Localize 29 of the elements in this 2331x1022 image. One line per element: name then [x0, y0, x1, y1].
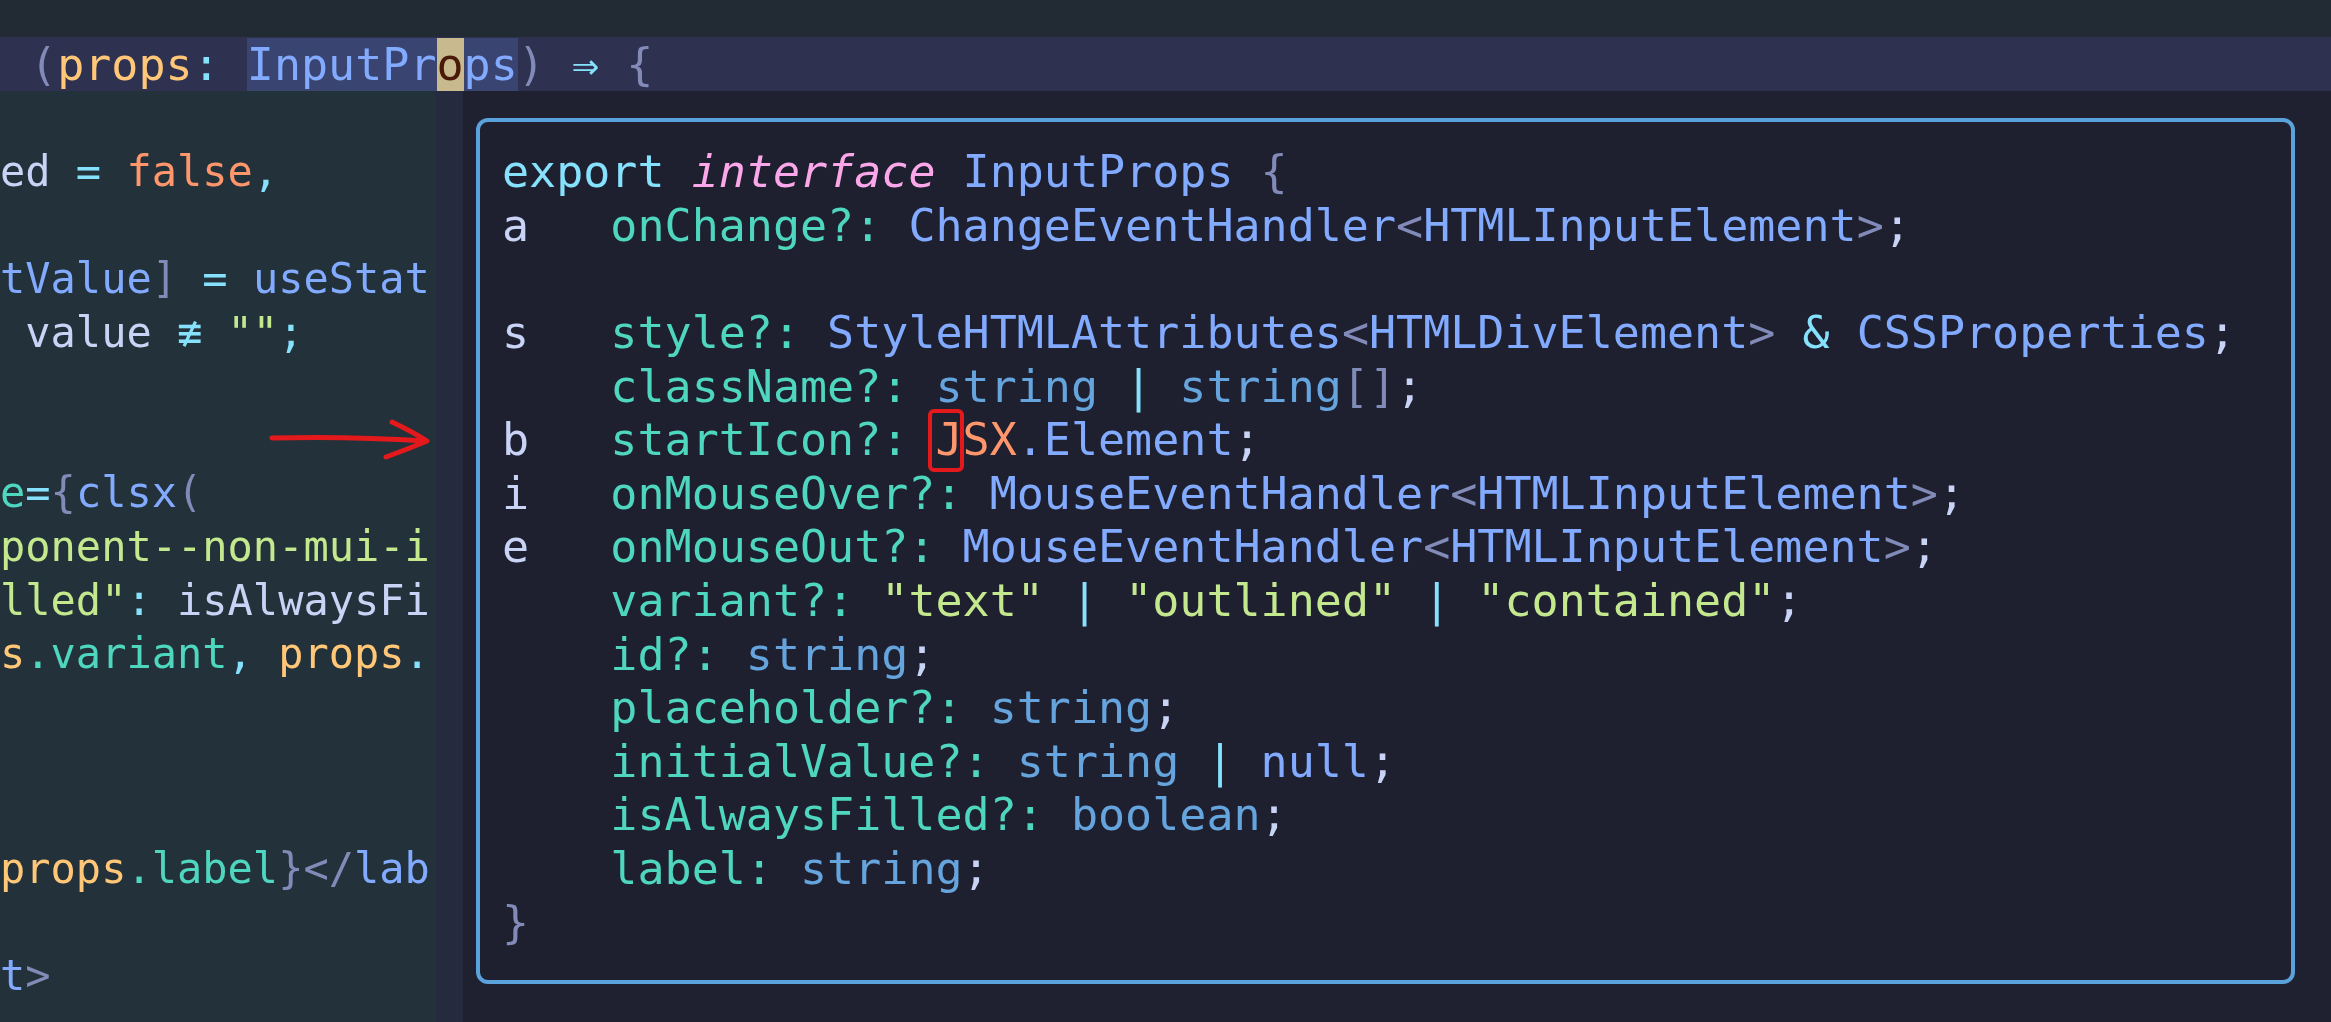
code-line: isAlwaysFilled?: boolean; — [610, 788, 1288, 842]
code-line: lled": isAlwaysFi — [0, 575, 430, 625]
hint-letter[interactable]: i — [502, 466, 530, 520]
code-line: ed = false, — [0, 146, 279, 196]
code-line: e={clsx( — [0, 468, 203, 518]
hint-letter[interactable]: e — [502, 520, 530, 574]
code-line: variant?: "text" | "outlined" | "contained"; — [610, 574, 1803, 628]
hint-letter[interactable]: b — [502, 413, 530, 467]
code-line: onMouseOver?: MouseEventHandler<HTMLInputElement>; — [610, 466, 1965, 520]
code-line: } — [502, 895, 530, 949]
code-line: onMouseOut?: MouseEventHandler<HTMLInputElement>; — [610, 520, 1938, 574]
code-line: initialValue?: string | null; — [610, 734, 1397, 788]
code-line: onChange?: ChangeEventHandler<HTMLInputElement>; — [610, 198, 1911, 252]
code-line: label: string; — [610, 842, 990, 895]
code-line: style?: StyleHTMLAttributes<HTMLDivElement> & CSSProperties; — [610, 306, 2236, 360]
code-line: s.variant, props. — [0, 629, 430, 679]
code-line: startIcon?: JSX.Element; — [610, 413, 1261, 467]
hint-letter[interactable]: a — [502, 198, 530, 252]
hint-letter[interactable]: s — [502, 306, 530, 360]
code-line: id?: string; — [610, 627, 936, 681]
code-line: (props: InputProps) ⇒ { — [29, 37, 654, 91]
code-line: value ≢ ""; — [24, 307, 304, 357]
code-line: props.label}</lab — [0, 843, 430, 893]
code-line: t> — [0, 950, 51, 1000]
code-line: placeholder?: string; — [610, 681, 1180, 735]
code-line: tValue] = useStat — [0, 254, 430, 304]
code-line: className?: string | string[]; — [610, 359, 1424, 413]
code-line: ponent--non-mui-i — [0, 522, 430, 572]
code-line: export interface InputProps { — [502, 145, 1288, 199]
